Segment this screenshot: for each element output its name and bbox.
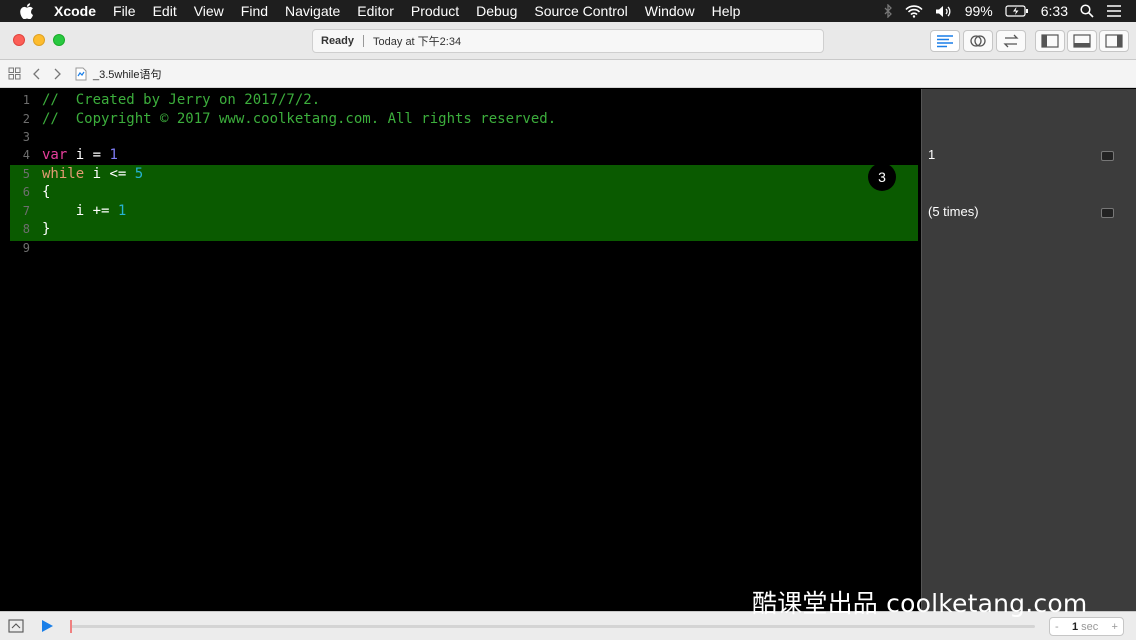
hide-debug-area-icon[interactable]	[8, 619, 24, 638]
zoom-window-button[interactable]	[53, 34, 65, 46]
menu-bar: Xcode File Edit View Find Navigate Edito…	[0, 0, 1136, 22]
jump-bar-file-name[interactable]: _3.5while语句	[93, 66, 161, 82]
apple-menu-icon[interactable]	[20, 3, 36, 19]
code-line: 6 {	[0, 183, 921, 201]
code-line: 7 i += 1	[0, 202, 921, 220]
version-editor-button[interactable]	[996, 30, 1026, 52]
volume-icon[interactable]	[935, 5, 953, 18]
duration-number: 1	[1071, 620, 1079, 633]
keyword-while: while	[42, 166, 85, 182]
line-number: 6	[22, 185, 30, 199]
number-literal: 1	[109, 147, 118, 163]
menu-navigate[interactable]: Navigate	[285, 3, 340, 19]
iteration-count-badge[interactable]: 3	[868, 163, 896, 191]
menu-view[interactable]: View	[194, 3, 224, 19]
line-number: 2	[22, 112, 30, 126]
code-line: 3	[0, 128, 921, 146]
line-number: 4	[22, 148, 30, 162]
menu-debug[interactable]: Debug	[476, 3, 517, 19]
forward-arrow-icon[interactable]	[53, 68, 61, 80]
number-literal: 1	[117, 203, 127, 219]
line-number: 5	[22, 167, 30, 181]
activity-separator	[363, 35, 365, 47]
menu-edit[interactable]: Edit	[153, 3, 177, 19]
menu-file[interactable]: File	[113, 3, 136, 19]
back-arrow-icon[interactable]	[33, 68, 41, 80]
duration-value: 1 sec	[1072, 621, 1098, 633]
comment-text: // Copyright © 2017 www.coolketang.com. …	[42, 111, 557, 127]
source-editor[interactable]: 1 // Created by Jerry on 2017/7/2. 2 // …	[0, 89, 921, 611]
menu-find[interactable]: Find	[241, 3, 268, 19]
toggle-utilities-button[interactable]	[1099, 30, 1129, 52]
build-timestamp: Today at 下午2:34	[373, 36, 462, 48]
window-toolbar: Ready Today at 下午2:34	[0, 22, 1136, 60]
number-literal: 5	[134, 166, 144, 182]
line-number: 3	[22, 130, 30, 144]
menu-list-icon[interactable]	[1106, 5, 1122, 17]
activity-viewer: Ready Today at 下午2:34	[312, 29, 824, 53]
playground-file-icon	[75, 67, 87, 81]
watermark-text: 酷课堂出品 coolketang.com	[752, 589, 1088, 618]
battery-icon[interactable]	[1005, 5, 1029, 17]
comment-text: // Created by Jerry on 2017/7/2.	[42, 92, 321, 108]
code-text: {	[42, 184, 51, 200]
duration-unit: sec	[1081, 620, 1099, 633]
menu-editor[interactable]: Editor	[357, 3, 394, 19]
code-line: 1 // Created by Jerry on 2017/7/2.	[0, 91, 921, 109]
spotlight-search-icon[interactable]	[1080, 4, 1094, 18]
line-number: 1	[22, 93, 30, 107]
jump-bar: _3.5while语句	[0, 60, 1136, 88]
run-playground-icon[interactable]	[40, 619, 54, 638]
code-line: 9	[0, 239, 921, 257]
result-value[interactable]: 1	[928, 147, 935, 162]
wifi-icon[interactable]	[905, 4, 923, 18]
code-text: i += 1	[42, 202, 127, 220]
menu-window[interactable]: Window	[645, 3, 695, 19]
clock[interactable]: 6:33	[1041, 3, 1068, 19]
menu-product[interactable]: Product	[411, 3, 459, 19]
code-text: var i = 1	[42, 146, 118, 164]
assistant-editor-button[interactable]	[963, 30, 993, 52]
toggle-navigator-button[interactable]	[1035, 30, 1065, 52]
decrement-button[interactable]: -	[1055, 621, 1059, 633]
status-area: 99% 6:33	[883, 0, 1122, 22]
code-line: 8 }	[0, 220, 921, 238]
bluetooth-icon[interactable]	[883, 4, 893, 18]
quick-look-icon[interactable]	[1101, 151, 1114, 161]
battery-percent[interactable]: 99%	[965, 3, 993, 19]
code-fragment: i =	[67, 147, 110, 163]
related-items-icon[interactable]	[8, 67, 21, 80]
line-number: 8	[22, 222, 30, 236]
increment-button[interactable]: +	[1112, 621, 1118, 633]
code-line: 4 var i = 1	[0, 146, 921, 164]
menu-xcode[interactable]: Xcode	[54, 3, 96, 19]
code-text: while i <= 5	[42, 165, 143, 183]
results-sidebar: 1 (5 times)	[921, 89, 1136, 611]
quick-look-icon[interactable]	[1101, 208, 1114, 218]
code-line: 5 while i <= 5	[0, 165, 921, 183]
toggle-debug-area-button[interactable]	[1067, 30, 1097, 52]
result-value[interactable]: (5 times)	[928, 204, 979, 219]
code-line: 2 // Copyright © 2017 www.coolketang.com…	[0, 110, 921, 128]
keyword-var: var	[42, 147, 68, 163]
code-text: }	[42, 221, 51, 237]
minimize-window-button[interactable]	[33, 34, 45, 46]
code-fragment: i +=	[42, 203, 118, 219]
execution-timeline[interactable]	[70, 625, 1035, 628]
standard-editor-button[interactable]	[930, 30, 960, 52]
code-fragment: i <=	[84, 166, 135, 182]
build-status: Ready	[321, 35, 355, 47]
menu-help[interactable]: Help	[712, 3, 741, 19]
close-window-button[interactable]	[13, 34, 25, 46]
line-number: 7	[22, 204, 30, 218]
menu-source-control[interactable]: Source Control	[534, 3, 627, 19]
line-number: 9	[22, 241, 30, 255]
timeline-playhead[interactable]	[70, 620, 72, 633]
